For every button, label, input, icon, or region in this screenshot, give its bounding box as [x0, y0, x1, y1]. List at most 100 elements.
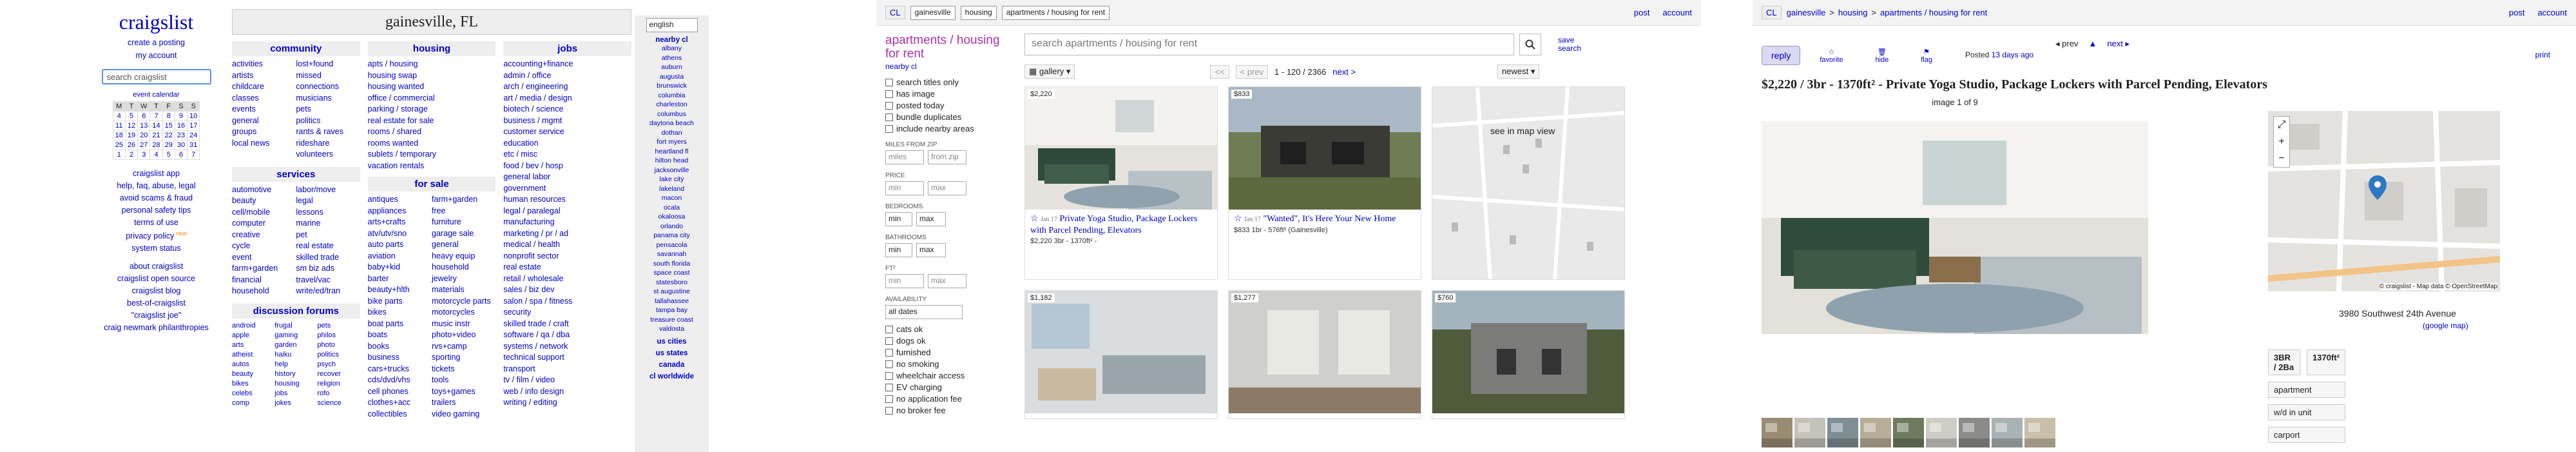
listing-card[interactable]: $2,220 ☆ Jan 17 Private Yoga Studio, Pac… — [1024, 86, 1218, 280]
listing-card[interactable]: $760 — [1432, 290, 1625, 419]
jobs-header[interactable]: jobs — [503, 41, 632, 56]
forum-link[interactable]: autos — [232, 360, 274, 369]
category-link[interactable]: travel/vac — [296, 275, 360, 286]
filter-checkbox[interactable]: include nearby areas — [885, 124, 1008, 133]
hide-button[interactable]: 🗑 hide — [1875, 48, 1889, 64]
calendar-day[interactable]: 11 — [112, 121, 126, 131]
category-link[interactable]: human resources — [503, 194, 631, 206]
listing-card[interactable]: $1,182 — [1024, 290, 1218, 419]
nearby-city-link[interactable]: south florida — [635, 259, 709, 269]
checkbox-icon[interactable] — [885, 348, 893, 357]
category-link[interactable]: lost+found — [296, 59, 360, 70]
filter-checkbox[interactable]: furnished — [885, 348, 1008, 357]
category-link[interactable]: office / commercial — [368, 93, 496, 104]
calendar-day[interactable]: 10 — [187, 111, 200, 121]
calendar-day[interactable]: 9 — [174, 111, 188, 121]
forum-link[interactable]: help — [274, 360, 317, 369]
thumbnail-image[interactable] — [1959, 418, 1990, 447]
category-link[interactable]: tickets — [432, 364, 495, 375]
nearby-cl-link[interactable]: nearby cl — [885, 62, 1008, 71]
forum-link[interactable]: jobs — [274, 389, 317, 398]
cl-home-link[interactable]: CL — [885, 6, 905, 19]
housing-header[interactable]: housing — [367, 41, 496, 56]
account-link[interactable]: account — [1662, 8, 1692, 17]
category-link[interactable]: food / bev / hosp — [503, 161, 631, 172]
print-link[interactable]: print — [2535, 50, 2550, 59]
category-link[interactable]: music instr — [432, 319, 495, 330]
listing-photo[interactable] — [1229, 87, 1421, 210]
language-select[interactable]: english — [646, 18, 698, 32]
category-link[interactable]: cars+trucks — [368, 364, 432, 375]
filter-checkbox[interactable]: bundle duplicates — [885, 112, 1008, 122]
category-link[interactable]: barter — [368, 273, 432, 285]
calendar-day[interactable]: 1 — [112, 150, 126, 160]
checkbox-icon[interactable] — [885, 124, 893, 133]
calendar-day[interactable]: 22 — [162, 130, 175, 141]
category-link[interactable]: medical / health — [503, 239, 631, 251]
sidebar-link[interactable]: avoid scams & fraud — [100, 193, 213, 202]
sidebar-link[interactable]: system status — [100, 244, 213, 253]
nearby-city-link[interactable]: statesboro — [635, 278, 709, 288]
category-link[interactable]: childcare — [232, 81, 296, 93]
listing-photo[interactable] — [1432, 291, 1624, 413]
forum-link[interactable]: beauty — [232, 369, 274, 379]
zoom-out-button[interactable]: − — [2274, 150, 2289, 167]
listing-photo[interactable] — [1229, 291, 1421, 413]
nearby-city-link[interactable]: augusta — [635, 72, 709, 82]
calendar-day[interactable]: 29 — [162, 140, 175, 150]
category-link[interactable]: customer service — [503, 126, 631, 138]
nearby-city-link[interactable]: daytona beach — [635, 119, 709, 128]
forum-link[interactable]: apple — [232, 331, 274, 340]
thumbnail-image[interactable] — [1762, 418, 1793, 447]
category-link[interactable]: vacation rentals — [368, 161, 496, 172]
sidebar-link[interactable]: craig newmark philanthropies — [100, 323, 213, 332]
breadcrumb-category[interactable]: housing — [1838, 8, 1868, 17]
category-link[interactable]: rideshare — [296, 138, 360, 150]
checkbox-icon[interactable] — [885, 113, 893, 121]
nearby-city-link[interactable]: savannah — [635, 250, 709, 259]
category-link[interactable]: housing wanted — [368, 81, 496, 93]
calendar-day[interactable]: 12 — [124, 121, 139, 131]
category-link[interactable]: art / media / design — [503, 93, 631, 104]
filter-checkbox[interactable]: no application fee — [885, 394, 1008, 404]
category-link[interactable]: pet — [296, 230, 360, 241]
thumbnail-image[interactable] — [1794, 418, 1825, 447]
category-link[interactable]: sales / biz dev — [503, 284, 631, 296]
category-select[interactable]: housing — [960, 5, 997, 20]
us-states-link[interactable]: us states — [635, 349, 709, 357]
nearby-city-link[interactable]: panama city — [635, 231, 709, 241]
category-link[interactable]: arts+crafts — [368, 217, 432, 228]
category-link[interactable]: politics — [296, 115, 360, 127]
cl-home-link[interactable]: CL — [1762, 6, 1782, 19]
checkbox-icon[interactable] — [885, 101, 893, 110]
category-link[interactable]: local news — [232, 138, 296, 150]
category-link[interactable]: etc / misc — [503, 149, 631, 161]
calendar-day[interactable]: 27 — [137, 140, 151, 150]
thumbnail-image[interactable] — [1893, 418, 1924, 447]
nearby-city-link[interactable]: hilton head — [635, 156, 709, 166]
canada-link[interactable]: canada — [635, 361, 709, 369]
forum-link[interactable]: comp — [232, 398, 274, 408]
category-link[interactable]: parking / storage — [368, 104, 496, 115]
category-link[interactable]: household — [432, 262, 495, 273]
calendar-day[interactable]: 6 — [174, 150, 188, 160]
filter-checkbox[interactable]: EV charging — [885, 382, 1008, 392]
category-link[interactable]: technical support — [503, 352, 631, 364]
checkbox-icon[interactable] — [885, 325, 893, 333]
category-link[interactable]: classes — [232, 93, 296, 104]
listing-photo[interactable] — [1025, 291, 1217, 413]
category-link[interactable]: writing / editing — [503, 397, 631, 409]
filter-checkbox[interactable]: dogs ok — [885, 336, 1008, 346]
availability-select[interactable]: all dates — [885, 305, 963, 319]
forum-link[interactable]: history — [274, 369, 317, 379]
checkbox-icon[interactable] — [885, 383, 893, 391]
category-link[interactable]: labor/move — [296, 184, 360, 196]
category-link[interactable]: jewelry — [432, 273, 495, 285]
next-page-button[interactable]: next > — [1332, 67, 1356, 77]
thumbnail-image[interactable] — [1926, 418, 1957, 447]
listing-search-input[interactable]: search apartments / housing for rent — [1024, 34, 1514, 55]
calendar-day[interactable]: 24 — [187, 130, 200, 141]
category-link[interactable]: sm biz ads — [296, 263, 360, 275]
checkbox-icon[interactable] — [885, 78, 893, 86]
nearby-city-link[interactable]: space coast — [635, 268, 709, 278]
